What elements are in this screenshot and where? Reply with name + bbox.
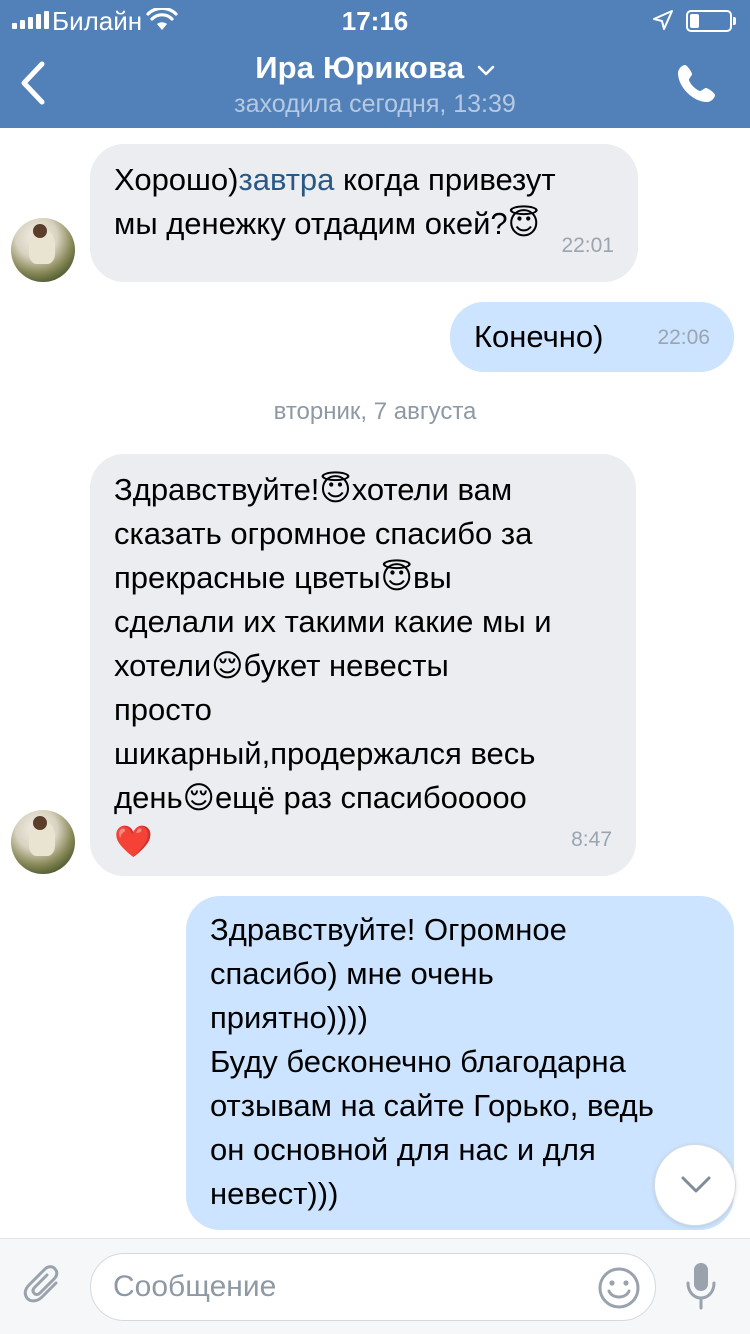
scroll-to-bottom-button[interactable] [654, 1144, 736, 1226]
message-input[interactable] [113, 1254, 583, 1320]
chat-header: Билайн 17:16 Ира Юрикова заходила сегодн… [0, 0, 750, 128]
relieved-emoji-icon: 😌 [211, 648, 244, 684]
message-line: он основной для нас и для [210, 1132, 596, 1167]
message-line: Здравствуйте! Огромное [210, 912, 567, 947]
message-time: 8:47 [571, 828, 612, 851]
angel-emoji-icon: 😇 [319, 472, 352, 508]
chevron-down-icon [681, 1176, 711, 1193]
status-time: 17:16 [341, 6, 409, 36]
message-line: Хорошо)завтра когда привезут [114, 162, 556, 197]
avatar[interactable] [11, 218, 75, 282]
red-heart-icon: ❤️ [114, 824, 153, 860]
paperclip-icon[interactable] [22, 1263, 68, 1309]
chevron-down-icon[interactable] [477, 65, 495, 77]
message-line: Буду бесконечно благодарна [210, 1044, 626, 1079]
contact-name[interactable]: Ира Юрикова [255, 50, 464, 85]
message-line: мы денежку отдадим окей?😇 [114, 206, 540, 242]
message-line: сказать огромное спасибо за [114, 516, 533, 551]
message-line: шикарный,продержался весь [114, 736, 536, 771]
phone-icon[interactable] [672, 60, 720, 108]
angel-emoji-icon: 😇 [507, 206, 540, 242]
message-line: невест))) [210, 1176, 339, 1211]
angel-emoji-icon: 😇 [380, 560, 413, 596]
message-line: прекрасные цветы😇вы [114, 560, 452, 596]
incoming-message[interactable]: Здравствуйте!😇хотели вам сказать огромно… [90, 454, 636, 876]
battery-icon [686, 10, 736, 32]
incoming-message[interactable]: Хорошо)завтра когда привезут мы денежку … [90, 144, 638, 282]
composer-bar [0, 1238, 750, 1334]
message-line: ❤️ [114, 820, 612, 864]
outgoing-message[interactable]: Здравствуйте! Огромное спасибо) мне очен… [186, 896, 734, 1230]
message-line: сделали их такими какие мы и [114, 604, 552, 639]
date-link[interactable]: завтра [238, 162, 334, 197]
message-line: просто [114, 692, 212, 727]
message-field[interactable] [90, 1253, 656, 1321]
message-list[interactable]: Хорошо)завтра когда привезут мы денежку … [0, 128, 750, 1238]
last-seen-status: заходила сегодня, 13:39 [234, 90, 516, 118]
message-line: хотели😌букет невесты [114, 648, 449, 684]
relieved-emoji-icon: 😌 [182, 780, 215, 816]
location-arrow-icon [653, 10, 673, 30]
message-time: 22:01 [561, 234, 614, 257]
microphone-icon[interactable] [684, 1261, 718, 1313]
status-bar: Билайн 17:16 [0, 0, 750, 40]
smile-icon[interactable] [597, 1266, 641, 1310]
message-line: отзывам на сайте Горько, ведь [210, 1088, 654, 1123]
date-separator: вторник, 7 августа [273, 398, 477, 425]
message-time: 22:06 [657, 326, 710, 349]
message-text: Конечно) [474, 319, 604, 354]
message-line: день😌ещё раз спасибооооо [114, 780, 527, 816]
outgoing-message[interactable]: Конечно) 22:06 [450, 302, 734, 372]
message-line: приятно)))) [210, 1000, 368, 1035]
avatar[interactable] [11, 810, 75, 874]
message-line: Здравствуйте!😇хотели вам [114, 472, 513, 508]
message-line: спасибо) мне очень [210, 956, 494, 991]
chat-title[interactable]: Ира Юрикова заходила сегодня, 13:39 [0, 50, 750, 119]
